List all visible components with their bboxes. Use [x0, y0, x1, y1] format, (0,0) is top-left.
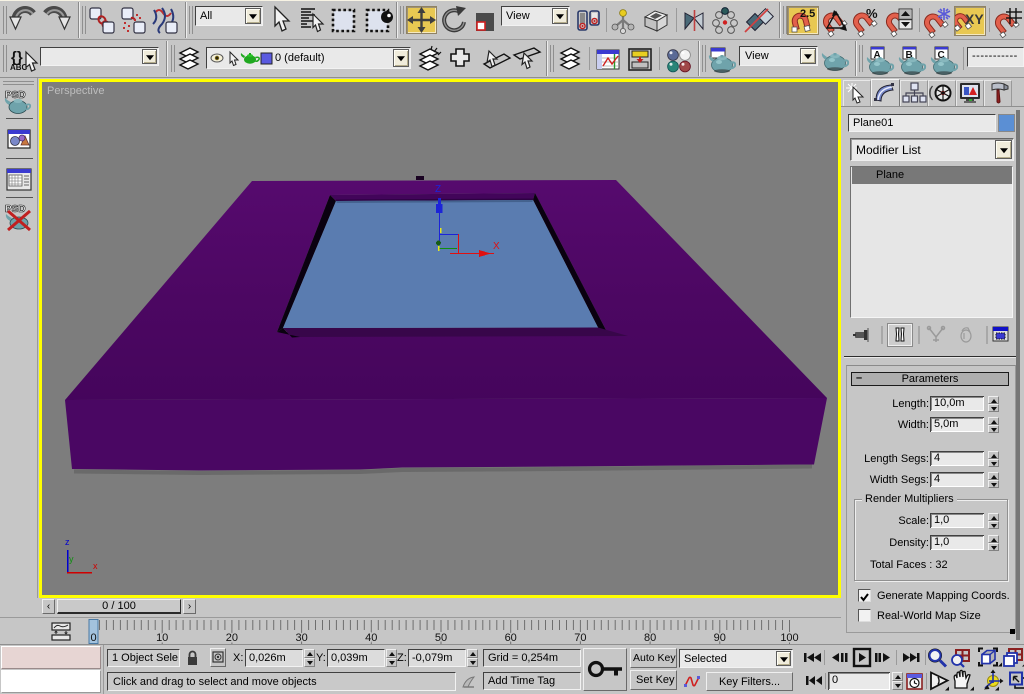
svg-text:PSD: PSD — [5, 90, 26, 101]
svg-text:40: 40 — [365, 632, 377, 644]
svg-text:30: 30 — [295, 632, 307, 644]
svg-text:x: x — [93, 561, 98, 571]
svg-text:0: 0 — [90, 632, 96, 644]
svg-text:ABC: ABC — [10, 63, 28, 72]
svg-text:z: z — [65, 537, 70, 547]
svg-text:Perspective: Perspective — [47, 85, 104, 97]
svg-text:80: 80 — [644, 632, 656, 644]
svg-text:60: 60 — [505, 632, 517, 644]
svg-text:50: 50 — [435, 632, 447, 644]
svg-text:PSD: PSD — [5, 204, 26, 215]
svg-text:100: 100 — [780, 632, 798, 644]
svg-text:XY: XY — [965, 11, 984, 27]
svg-text:10: 10 — [156, 632, 168, 644]
svg-text:X: X — [493, 241, 500, 252]
svg-text:90: 90 — [714, 632, 726, 644]
svg-text:2.5: 2.5 — [800, 8, 815, 20]
svg-text:70: 70 — [574, 632, 586, 644]
svg-text:%: % — [866, 6, 878, 21]
svg-text:Z: Z — [435, 184, 441, 195]
svg-text:20: 20 — [226, 632, 238, 644]
svg-text:y: y — [69, 554, 74, 564]
